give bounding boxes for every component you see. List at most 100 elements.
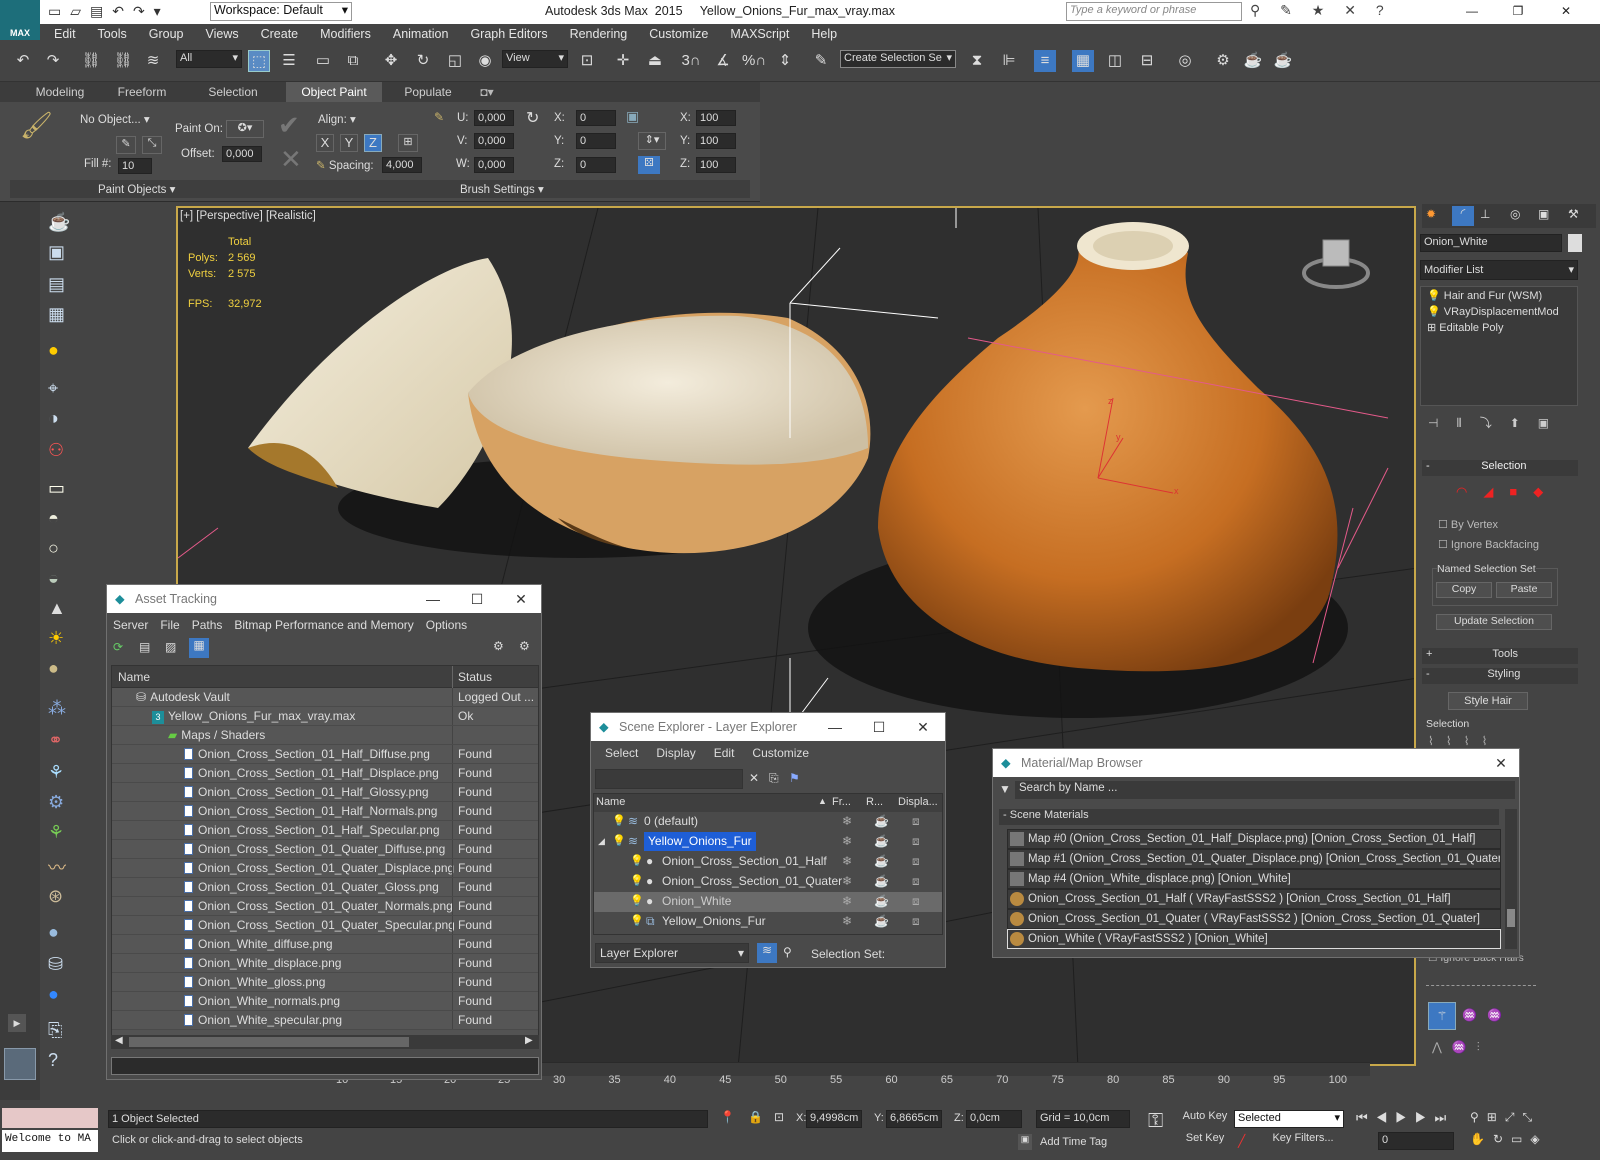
paint-icon[interactable]: ⤡ (142, 136, 162, 154)
scene-search-input[interactable] (595, 769, 743, 789)
scene-menu-customize[interactable]: Customize (752, 746, 809, 760)
asset-maximize-button[interactable]: ☐ (455, 585, 499, 613)
absolute-mode-icon[interactable]: ⊡ (774, 1110, 784, 1124)
visibility-bulb-icon[interactable]: 💡 (630, 872, 644, 891)
cancel-x-icon[interactable]: ✕ (280, 144, 302, 175)
asset-path-field[interactable] (111, 1057, 539, 1075)
vault-help-icon[interactable]: ⚙ (493, 639, 504, 653)
render-teapot-icon[interactable]: ☕ (874, 912, 889, 931)
current-frame-input[interactable]: 0 (1378, 1132, 1454, 1150)
freeze-icon[interactable]: ❄ (842, 812, 852, 831)
hierarchy-tab-icon[interactable]: ⊥ (1480, 207, 1490, 221)
render-teapot-icon[interactable]: ☕ (874, 812, 889, 831)
grid-icon[interactable]: ▦ (48, 304, 65, 325)
hemisphere-icon[interactable]: ◓ (48, 508, 59, 529)
scene-row[interactable]: 💡 ● Onion_Cross_Section_01_Quater ❄ ☕ ⧈ (594, 872, 942, 892)
thumbnail-icon[interactable]: ▨ (165, 640, 176, 654)
utilities-tab-icon[interactable]: ⚒ (1568, 207, 1579, 221)
table-row[interactable]: Onion_Cross_Section_01_Half_Displace.png… (112, 764, 538, 783)
table-row[interactable]: Onion_Cross_Section_01_Quater_Gloss.png F… (112, 878, 538, 897)
scale-lock-icon[interactable]: ⇕▾ (638, 132, 666, 150)
scale-z-input[interactable]: 100 (696, 157, 736, 173)
teapot-icon[interactable]: ☕ (48, 212, 70, 233)
display-tab-icon[interactable]: ▣ (1538, 207, 1549, 221)
scene-maximize-button[interactable]: ☐ (857, 713, 901, 741)
refresh-icon[interactable]: ⟳ (113, 640, 123, 654)
scene-row[interactable]: ◢ 💡 ≋ Yellow_Onions_Fur ❄ ☕ ⧈ (594, 832, 942, 852)
table-row[interactable]: 3 Yellow_Onions_Fur_max_vray.max Ok (112, 707, 538, 726)
tab-selection[interactable]: Selection (180, 82, 286, 99)
render-setup-icon[interactable]: ⚙ (1212, 50, 1234, 72)
tab-modeling[interactable]: Modeling (16, 82, 104, 99)
render-teapot-icon[interactable]: ☕ (874, 832, 889, 851)
viewport-nav-icons[interactable]: ⚲⊞⤢⤡ (1470, 1110, 1540, 1125)
cone-icon[interactable]: ▲ (48, 598, 66, 619)
table-row[interactable]: Onion_Cross_Section_01_Half_Glossy.png Fo… (112, 783, 538, 802)
commit-check-icon[interactable]: ✔ (278, 110, 300, 141)
render-teapot-icon[interactable]: ☕ (874, 852, 889, 871)
menu-help[interactable]: Help (799, 24, 847, 41)
rotate-icon[interactable]: ↻ (412, 50, 434, 72)
viewport-layout-icon[interactable] (4, 1048, 36, 1080)
list-view-icon[interactable]: ▤ (139, 640, 150, 654)
table-row[interactable]: ▰ Maps / Shaders (112, 726, 538, 745)
paint-bucket-icon[interactable]: ⛁ (48, 954, 63, 975)
random-scale-icon[interactable]: ⚄ (638, 156, 660, 174)
scene-row[interactable]: 💡 ● Onion_White ❄ ☕ ⧈ (594, 892, 942, 912)
add-time-tag-button[interactable]: Add Time Tag (1040, 1136, 1107, 1148)
render-teapot-icon[interactable]: ☕ (874, 892, 889, 911)
y-coord-field[interactable]: 6,8665cm (886, 1110, 942, 1128)
scene-row[interactable]: 💡 ● Onion_Cross_Section_01_Half ❄ ☕ ⧈ (594, 852, 942, 872)
asset-menu-bitmap[interactable]: Bitmap Performance and Memory (234, 618, 413, 632)
visibility-bulb-icon[interactable]: 💡 (630, 912, 644, 931)
tools-rollout-header[interactable]: + Tools (1422, 648, 1578, 664)
column-status[interactable]: Status (458, 670, 492, 684)
selection-level-icons[interactable]: ◠◢■◆ (1456, 484, 1559, 500)
scene-menu-edit[interactable]: Edit (714, 746, 735, 760)
sphere-half-icon[interactable]: ◑ (48, 408, 59, 429)
menu-modifiers[interactable]: Modifiers (308, 24, 381, 41)
asset-close-button[interactable]: ✕ (499, 585, 543, 613)
helper-icon[interactable]: ⚘ (48, 762, 64, 783)
menu-edit[interactable]: Edit (42, 24, 86, 41)
auto-key-button[interactable]: Auto Key (1182, 1110, 1228, 1128)
render-production-icon[interactable]: ☕ (1272, 50, 1294, 72)
dome-icon[interactable]: ◒ (48, 568, 59, 589)
z-coord-field[interactable]: 0,0cm (966, 1110, 1022, 1128)
v-input[interactable]: 0,000 (474, 133, 514, 149)
selection-rollout-header[interactable]: - Selection (1422, 460, 1578, 476)
scene-row[interactable]: 💡 ≋ 0 (default) ❄ ☕ ⧈ (594, 812, 942, 832)
update-selection-button[interactable]: Update Selection (1436, 614, 1552, 630)
unlink-icon[interactable]: ⛓ (112, 50, 134, 72)
select-manipulate-icon[interactable]: ✛ (612, 50, 634, 72)
material-row[interactable]: Map #4 (Onion_White_displace.png) [Onion… (1007, 869, 1501, 889)
menu-customize[interactable]: Customize (637, 24, 718, 41)
visibility-bulb-icon[interactable]: 💡 (612, 832, 626, 851)
menu-animation[interactable]: Animation (381, 24, 459, 41)
rotate-x-input[interactable]: 0 (576, 110, 616, 126)
gear-icon[interactable]: ⚙ (48, 792, 64, 813)
display-box-icon[interactable]: ⧈ (912, 892, 920, 911)
plane-icon[interactable]: ▭ (48, 478, 65, 499)
brush-paint-icon[interactable]: ✎ (434, 110, 444, 124)
maximize-button[interactable]: ❐ (1498, 0, 1538, 24)
offset-input[interactable]: 0,000 (222, 146, 262, 162)
visibility-bulb-icon[interactable]: 💡 (612, 812, 626, 831)
keyword-search-input[interactable]: Type a keyword or phrase (1066, 2, 1242, 21)
viewport-nav-icons-2[interactable]: ✋↻▭◈ (1470, 1132, 1548, 1146)
scene-close-button[interactable]: ✕ (901, 713, 945, 741)
layer-explorer-dropdown[interactable]: Layer Explorer ▾ (595, 943, 749, 963)
scale-icon[interactable]: ◱ (444, 50, 466, 72)
pivot-center-icon[interactable]: ⊡ (576, 50, 598, 72)
menu-group[interactable]: Group (137, 24, 194, 41)
table-row[interactable]: Onion_Cross_Section_01_Quater_Specular.p… (112, 916, 538, 935)
video-camera-icon[interactable]: ⚇ (48, 440, 64, 461)
rectangular-region-icon[interactable]: ▭ (312, 50, 334, 72)
scene-explorer-icon[interactable]: ▦ (1072, 50, 1094, 72)
app-logo[interactable]: MAX (0, 0, 40, 40)
material-options-icon[interactable]: ▼ (999, 782, 1011, 796)
viewport-label[interactable]: [+] [Perspective] [Realistic] (180, 210, 316, 222)
scale-x-input[interactable]: 100 (696, 110, 736, 126)
light-icon[interactable]: ● (48, 340, 59, 361)
selected-keys-dropdown[interactable]: Selected ▾ (1234, 1110, 1344, 1128)
